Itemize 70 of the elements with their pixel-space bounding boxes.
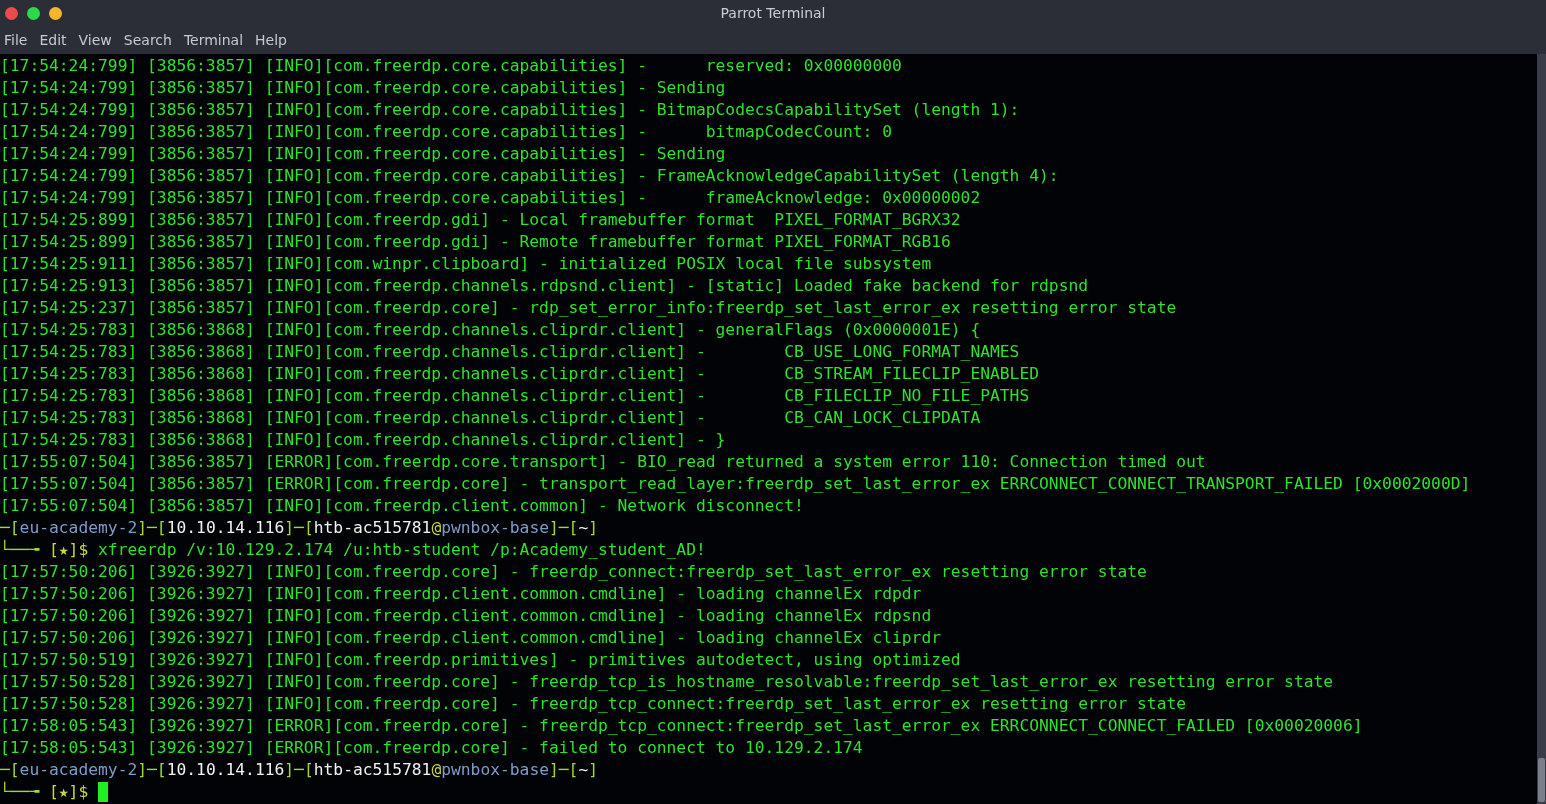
log-line: [17:57:50:519] [3926:3927] [INFO][com.freerdp.primitives] - primitives autodetect, using optimized — [0, 649, 961, 671]
log-line: [17:57:50:528] [3926:3927] [INFO][com.freerdp.core] - freerdp_tcp_connect:freerdp_set_last_error_ex resetting error state — [0, 693, 1187, 715]
prompt-text: ] — [588, 517, 599, 539]
log-line: [17:54:24:799] [3856:3857] [INFO][com.freerdp.core.capabilities] - reserved: 0x00000000 — [0, 55, 902, 77]
prompt-text: [★]$ — [49, 539, 90, 561]
log-line: [17:54:25:237] [3856:3857] [INFO][com.freerdp.core] - rdp_set_error_info:freerdp_set_last_error_ex resetting error state — [0, 297, 1177, 319]
prompt-text: ─[ — [0, 759, 20, 781]
prompt-text: pwnbox-base — [441, 759, 549, 781]
log-line: [17:57:50:206] [3926:3927] [INFO][com.freerdp.client.common.cmdline] - loading channelEx rdpdr — [0, 583, 922, 605]
prompt-text: ─[ — [0, 517, 20, 539]
menu-item[interactable]: Terminal — [179, 30, 252, 50]
prompt-text: ~ — [578, 759, 589, 781]
log-line: [17:54:25:899] [3856:3857] [INFO][com.freerdp.gdi] - Local framebuffer format PIXEL_FORMAT_BGRX32 — [0, 209, 961, 231]
menu-item[interactable]: Search — [119, 30, 180, 50]
log-line: [17:54:25:783] [3856:3868] [INFO][com.freerdp.channels.cliprdr.client] - CB_USE_LONG_FORMAT_NAMES — [0, 341, 1020, 363]
menu-item[interactable]: Help — [251, 30, 295, 50]
log-line: [17:57:50:528] [3926:3927] [INFO][com.freerdp.core] - freerdp_tcp_is_hostname_resolvable:freerdp_set_last_error_ex resetting error state — [0, 671, 1334, 693]
log-line: [17:54:24:799] [3856:3857] [INFO][com.freerdp.core.capabilities] - bitmapCodecCount: 0 — [0, 121, 892, 143]
prompt-text: @ — [431, 517, 442, 539]
prompt-text: ]─[ — [284, 759, 314, 781]
maximize-icon[interactable] — [27, 6, 40, 20]
log-line: [17:58:05:543] [3926:3927] [ERROR][com.freerdp.core] - freerdp_tcp_connect:freerdp_set_last_error_ex ERRCONNECT_CONNECT_FAILED [0x00020006] — [0, 715, 1363, 737]
log-line: [17:54:25:783] [3856:3868] [INFO][com.freerdp.channels.cliprdr.client] - } — [0, 429, 726, 451]
prompt-text: ] — [588, 759, 599, 781]
log-line: [17:54:25:783] [3856:3868] [INFO][com.freerdp.channels.cliprdr.client] - CB_CAN_LOCK_CLIPDATA — [0, 407, 981, 429]
prompt-text: └──╼ — [0, 539, 41, 561]
log-line: [17:58:05:543] [3926:3927] [ERROR][com.freerdp.core] - failed to connect to 10.129.2.174 — [0, 737, 863, 759]
command-text: xfreerdp /v:10.129.2.174 /u:htb-student /p:Academy_student_AD! — [98, 539, 706, 561]
log-line: [17:54:25:911] [3856:3857] [INFO][com.winpr.clipboard] - initialized POSIX local file subsystem — [0, 253, 932, 275]
prompt-text: ]─[ — [549, 517, 579, 539]
prompt-text: ]─[ — [549, 759, 579, 781]
prompt-text: @ — [431, 759, 442, 781]
menu-item[interactable]: Edit — [35, 30, 75, 50]
prompt-text: eu-academy-2 — [19, 517, 138, 539]
minimize-icon[interactable] — [49, 6, 62, 20]
log-line: [17:55:07:504] [3856:3857] [ERROR][com.freerdp.core] - transport_read_layer:freerdp_set_last_error_ex ERRCONNECT_CONNECT_TRANSPORT_FAILED [0x0002000D] — [0, 473, 1471, 495]
log-line: [17:55:07:504] [3856:3857] [ERROR][com.freerdp.core.transport] - BIO_read returned a system error 110: Connection timed out — [0, 451, 1206, 473]
log-line: [17:54:24:799] [3856:3857] [INFO][com.freerdp.core.capabilities] - Sending — [0, 77, 726, 99]
log-line: [17:54:25:899] [3856:3857] [INFO][com.freerdp.gdi] - Remote framebuffer format PIXEL_FORMAT_RGB16 — [0, 231, 951, 253]
prompt-text: ]─[ — [137, 517, 167, 539]
log-line: [17:55:07:504] [3856:3857] [INFO][com.freerdp.client.common] - Network disconnect! — [0, 495, 804, 517]
log-line: [17:54:24:799] [3856:3857] [INFO][com.freerdp.core.capabilities] - Sending — [0, 143, 726, 165]
prompt-text: eu-academy-2 — [19, 759, 138, 781]
log-line: [17:54:24:799] [3856:3857] [INFO][com.freerdp.core.capabilities] - BitmapCodecsCapabilitySet (length 1): — [0, 99, 1020, 121]
log-line: [17:54:25:783] [3856:3868] [INFO][com.freerdp.channels.cliprdr.client] - generalFlags (0x0000001E) { — [0, 319, 981, 341]
log-line: [17:57:50:206] [3926:3927] [INFO][com.freerdp.client.common.cmdline] - loading channelEx rdpsnd — [0, 605, 932, 627]
menu-item[interactable]: View — [74, 30, 120, 50]
log-line: [17:54:25:783] [3856:3868] [INFO][com.freerdp.channels.cliprdr.client] - CB_STREAM_FILECLIP_ENABLED — [0, 363, 1040, 385]
close-icon[interactable] — [5, 6, 18, 20]
window-title: Parrot Terminal — [720, 5, 826, 21]
scrollbar[interactable] — [1537, 54, 1546, 804]
prompt-text: ]─[ — [137, 759, 167, 781]
prompt-text: htb-ac515781 — [313, 759, 432, 781]
scrollbar-thumb[interactable] — [1538, 758, 1545, 802]
log-line: [17:54:24:799] [3856:3857] [INFO][com.freerdp.core.capabilities] - FrameAcknowledgeCapabilitySet (length 4): — [0, 165, 1059, 187]
menu-item[interactable]: File — [0, 30, 36, 50]
prompt-text: 10.10.14.116 — [166, 759, 285, 781]
prompt-text: ]─[ — [284, 517, 314, 539]
prompt-text: htb-ac515781 — [313, 517, 432, 539]
log-line: [17:54:24:799] [3856:3857] [INFO][com.freerdp.core.capabilities] - frameAcknowledge: 0x00000002 — [0, 187, 981, 209]
prompt-text: └──╼ — [0, 781, 41, 803]
prompt-text: ~ — [578, 517, 589, 539]
prompt-text: [★]$ — [49, 781, 90, 803]
prompt-text: 10.10.14.116 — [166, 517, 285, 539]
log-line: [17:54:25:913] [3856:3857] [INFO][com.freerdp.channels.rdpsnd.client] - [static] Loaded fake backend for rdpsnd — [0, 275, 1089, 297]
cursor — [98, 782, 109, 802]
log-line: [17:57:50:206] [3926:3927] [INFO][com.freerdp.client.common.cmdline] - loading channelEx cliprdr — [0, 627, 941, 649]
prompt-text: pwnbox-base — [441, 517, 549, 539]
log-line: [17:54:25:783] [3856:3868] [INFO][com.freerdp.channels.cliprdr.client] - CB_FILECLIP_NO_FILE_PATHS — [0, 385, 1030, 407]
log-line: [17:57:50:206] [3926:3927] [INFO][com.freerdp.core] - freerdp_connect:freerdp_set_last_error_ex resetting error state — [0, 561, 1147, 583]
